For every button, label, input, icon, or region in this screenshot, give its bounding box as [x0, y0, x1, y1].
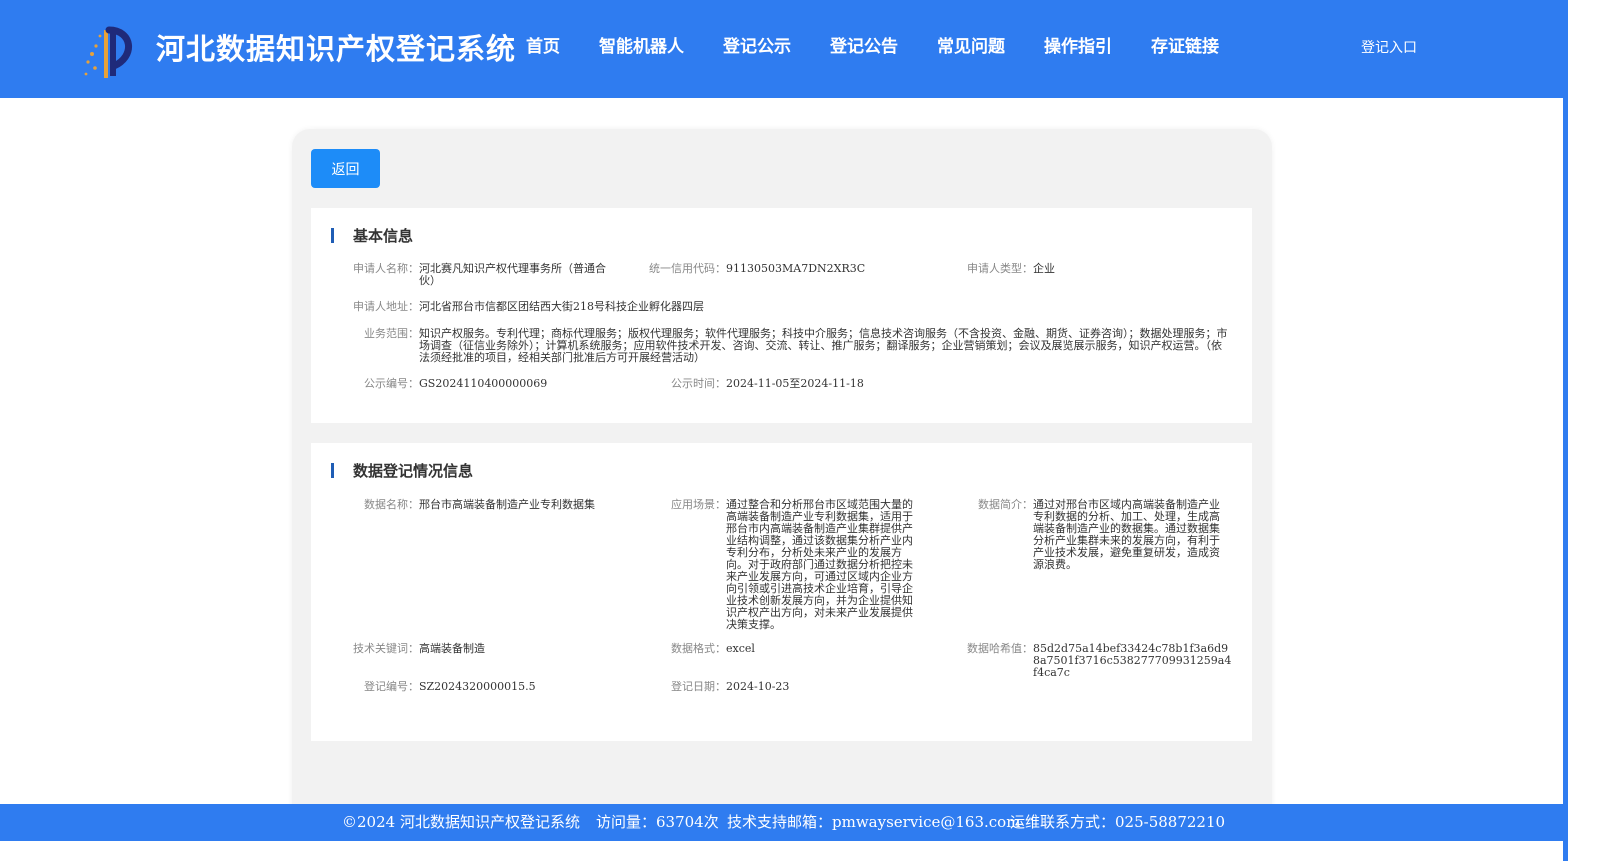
nav-item-robot[interactable]: 智能机器人 — [599, 35, 684, 59]
data-registration-panel: 数据登记情况信息 数据名称： 邢台市高端装备制造产业专利数据集 应用场景： 通过… — [311, 443, 1252, 741]
section-header: 基本信息 — [331, 225, 413, 245]
nav-item-announcement[interactable]: 登记公告 — [830, 35, 898, 59]
nav-item-evidence-link[interactable]: 存证链接 — [1151, 35, 1219, 59]
field-label: 公示编号： — [364, 377, 419, 390]
field-label: 业务范围： — [364, 327, 419, 340]
footer-ops-phone: 运维联系方式：025-58872210 — [1010, 813, 1226, 831]
field-label: 公示时间： — [671, 377, 726, 390]
login-link[interactable]: 登记入口 — [1361, 38, 1417, 58]
footer-visits: 访问量：63704次 — [596, 813, 719, 831]
field-value: 85d2d75a14bef33424c78b1f3a6d98a7501f3716… — [1033, 642, 1232, 679]
field-label: 统一信用代码： — [649, 262, 726, 275]
field-label: 申请人地址： — [353, 300, 419, 313]
field-value: 邢台市高端装备制造产业专利数据集 — [419, 498, 595, 511]
field-label: 数据简介： — [978, 498, 1033, 511]
field-value: SZ2024320000015.5 — [419, 680, 536, 693]
basic-info-panel: 基本信息 申请人名称： 河北赛凡知识产权代理事务所（普通合伙） 统一信用代码： … — [311, 208, 1252, 423]
field-label: 登记日期： — [671, 680, 726, 693]
section-title: 基本信息 — [353, 226, 414, 245]
field-value: 通过整合和分析邢台市区域范围大量的高端装备制造产业专利数据集，适用于邢台市内高端… — [726, 498, 913, 631]
nav-item-guide[interactable]: 操作指引 — [1044, 35, 1112, 59]
section-header: 数据登记情况信息 — [331, 460, 473, 480]
field-value: GS2024110400000069 — [419, 377, 548, 390]
field-value: 2024-11-05至2024-11-18 — [726, 377, 864, 390]
field-value: 知识产权服务。专利代理；商标代理服务；版权代理服务；软件代理服务；科技中介服务；… — [419, 327, 1228, 364]
field-value: 91130503MA7DN2XR3C — [726, 262, 866, 275]
top-header: 河北数据知识产权登记系统 首页 智能机器人 登记公示 登记公告 常见问题 操作指… — [0, 0, 1563, 98]
field-label: 申请人类型： — [967, 262, 1033, 275]
field-value: 企业 — [1033, 262, 1055, 275]
scrollbar[interactable] — [1563, 0, 1568, 861]
field-value: 高端装备制造 — [419, 642, 485, 655]
nav-item-home[interactable]: 首页 — [526, 35, 560, 59]
field-value: 通过对邢台市区域内高端装备制造产业专利数据的分析、加工、处理，生成高端装备制造产… — [1033, 498, 1220, 571]
field-value: 2024-10-23 — [726, 680, 790, 693]
field-label: 应用场景： — [671, 498, 726, 511]
section-accent-bar — [331, 227, 334, 243]
footer-support-email: 技术支持邮箱：pmwayservice@163.com — [727, 813, 1021, 831]
back-button[interactable]: 返回 — [311, 149, 380, 188]
site-title: 河北数据知识产权登记系统 — [156, 32, 517, 66]
field-label: 数据格式： — [671, 642, 726, 655]
page-footer: ©2024 河北数据知识产权登记系统 访问量：63704次 技术支持邮箱：pmw… — [0, 804, 1563, 841]
field-value: excel — [726, 642, 755, 655]
field-label: 技术关键词： — [353, 642, 419, 655]
section-accent-bar — [331, 462, 334, 478]
field-label: 登记编号： — [364, 680, 419, 693]
field-label: 申请人名称： — [353, 262, 419, 275]
main-nav: 首页 智能机器人 登记公示 登记公告 常见问题 操作指引 存证链接 — [526, 35, 1258, 59]
nav-item-publicity[interactable]: 登记公示 — [723, 35, 791, 59]
footer-copyright: ©2024 河北数据知识产权登记系统 — [342, 813, 580, 831]
field-value: 河北赛凡知识产权代理事务所（普通合伙） — [419, 262, 606, 287]
nav-item-faq[interactable]: 常见问题 — [937, 35, 1005, 59]
section-title: 数据登记情况信息 — [353, 461, 474, 480]
field-label: 数据哈希值： — [967, 642, 1033, 655]
field-label: 数据名称： — [364, 498, 419, 511]
site-logo — [84, 26, 133, 78]
field-value: 河北省邢台市信都区团结西大街218号科技企业孵化器四层 — [419, 300, 704, 313]
